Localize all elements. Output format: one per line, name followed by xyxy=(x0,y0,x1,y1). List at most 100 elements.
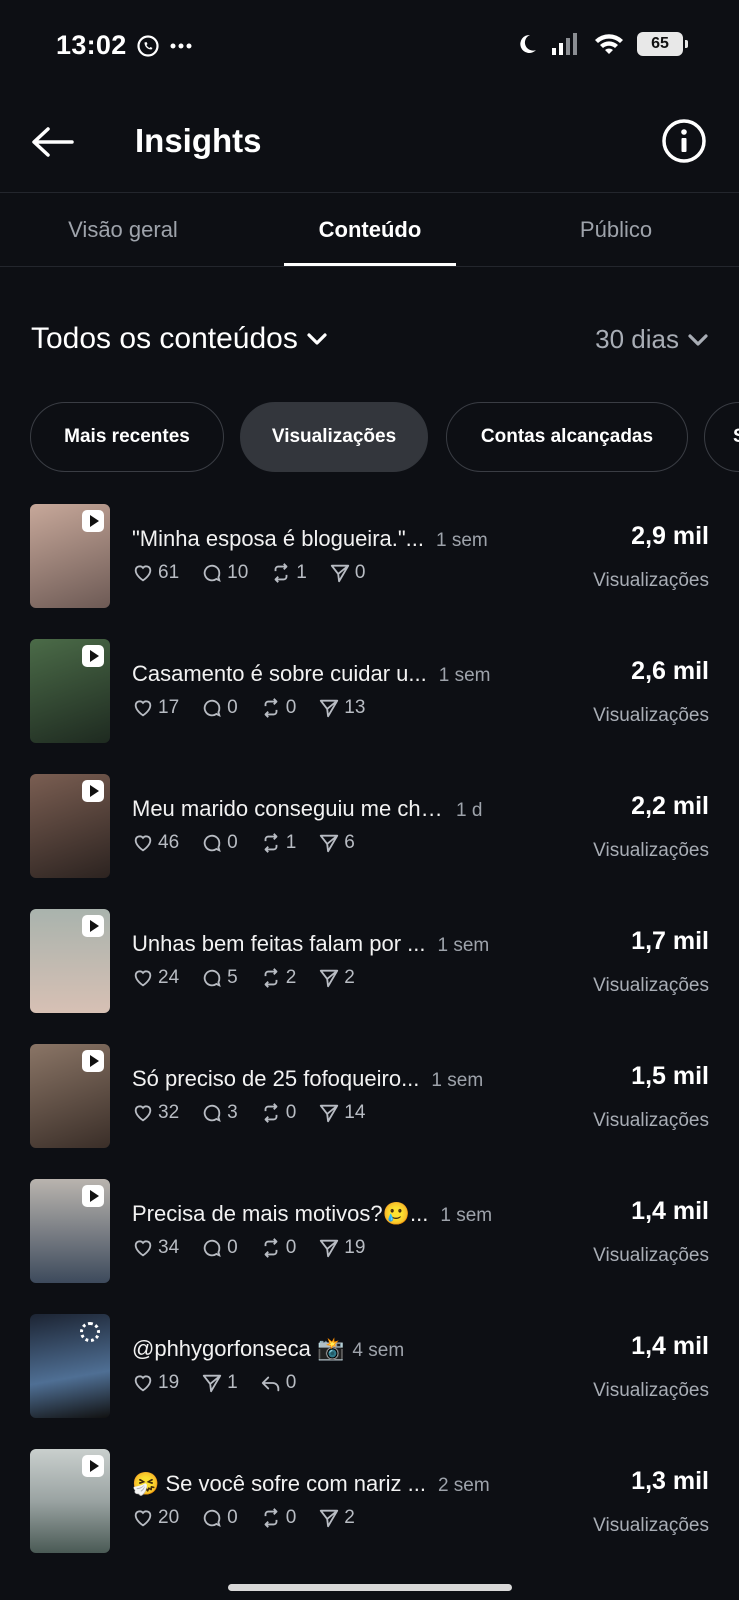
status-bar: 13:02 65 xyxy=(0,0,739,96)
chevron-down-icon xyxy=(688,333,708,346)
heart-icon xyxy=(134,1375,152,1392)
status-notification-icons xyxy=(136,34,192,58)
post-thumbnail xyxy=(30,504,110,608)
period-dropdown[interactable]: 30 dias xyxy=(595,324,709,355)
post-row[interactable]: Precisa de mais motivos?🥲... 1 sem 34 0 0… xyxy=(0,1175,739,1285)
share-icon xyxy=(320,1509,339,1528)
likes-count: 46 xyxy=(158,832,180,853)
app-header: Insights xyxy=(0,100,739,192)
post-row[interactable]: "Minha esposa é blogueira."... 1 sem 61 1… xyxy=(0,500,739,610)
content-type-dropdown[interactable]: Todos os conteúdos xyxy=(31,322,328,356)
info-button[interactable] xyxy=(659,116,709,166)
post-row[interactable]: Casamento é sobre cuidar u... 1 sem 17 0 … xyxy=(0,635,739,745)
post-stats: 20 0 0 2 xyxy=(132,1507,355,1529)
post-age: 1 sem xyxy=(437,935,490,956)
views-label: Visualizações xyxy=(593,705,709,726)
replies-count: 0 xyxy=(285,1372,297,1393)
tab-publico[interactable]: Público xyxy=(540,194,692,266)
share-icon xyxy=(202,1374,222,1393)
heart-icon xyxy=(134,1240,152,1257)
views-value: 1,5 mil xyxy=(631,1062,709,1090)
post-title: "Minha esposa é blogueira."... xyxy=(132,526,425,551)
post-age: 1 d xyxy=(456,800,483,821)
shares-count: 2 xyxy=(344,1507,355,1528)
repost-icon xyxy=(264,1508,278,1528)
tabs-divider xyxy=(0,266,739,267)
comment-icon xyxy=(203,699,221,717)
tab-visao-geral[interactable]: Visão geral xyxy=(40,194,206,266)
reposts-count: 0 xyxy=(285,1237,297,1258)
video-play-icon xyxy=(82,780,104,802)
post-row[interactable]: 🤧 Se você sofre com nariz ... 2 sem 20 0 … xyxy=(0,1445,739,1555)
chip-contas-alcancadas[interactable]: Contas alcançadas xyxy=(446,402,688,472)
video-play-icon xyxy=(82,510,104,532)
comment-icon xyxy=(203,1509,221,1527)
repost-icon xyxy=(264,833,278,853)
shares-count: 2 xyxy=(344,967,355,988)
home-indicator[interactable] xyxy=(228,1584,512,1591)
post-thumbnail xyxy=(30,1449,110,1553)
chip-visualizacoes[interactable]: Visualizações xyxy=(240,402,428,472)
reposts-count: 1 xyxy=(296,562,307,583)
post-thumbnail xyxy=(30,1044,110,1148)
views-value: 1,4 mil xyxy=(631,1197,709,1225)
heart-icon xyxy=(134,835,152,852)
repost-icon xyxy=(274,563,288,583)
comment-icon xyxy=(203,1104,221,1122)
comments-count: 0 xyxy=(227,1237,238,1258)
repost-icon xyxy=(264,1238,278,1258)
views-value: 2,9 mil xyxy=(631,522,709,550)
post-stats: 19 1 0 xyxy=(132,1372,296,1394)
post-row[interactable]: Meu marido conseguiu me cha... 1 d 46 0 1… xyxy=(0,770,739,880)
post-row[interactable]: Só preciso de 25 fofoqueiro... 1 sem 32 3… xyxy=(0,1040,739,1150)
chip-partial[interactable]: S xyxy=(704,402,739,472)
wifi-icon xyxy=(595,34,623,54)
more-dots-icon xyxy=(170,43,192,49)
post-thumbnail xyxy=(30,1179,110,1283)
post-stats: 34 0 0 19 xyxy=(132,1237,365,1259)
likes-count: 32 xyxy=(158,1102,180,1123)
share-icon xyxy=(320,834,339,853)
reposts-count: 0 xyxy=(285,697,297,718)
heart-icon xyxy=(134,700,152,717)
post-title: Precisa de mais motivos?🥲... xyxy=(132,1201,429,1226)
views-label: Visualizações xyxy=(593,1515,709,1536)
heart-icon xyxy=(134,565,152,582)
whatsapp-icon xyxy=(137,35,159,57)
views-value: 1,7 mil xyxy=(631,927,709,955)
status-system-icons: 65 xyxy=(515,32,688,56)
views-label: Visualizações xyxy=(593,1380,709,1401)
post-row[interactable]: Unhas bem feitas falam por ... 1 sem 24 5… xyxy=(0,905,739,1015)
header-divider xyxy=(0,192,739,193)
shares-count: 0 xyxy=(354,562,366,583)
video-play-icon xyxy=(82,1185,104,1207)
post-age: 1 sem xyxy=(436,530,488,551)
post-title: Casamento é sobre cuidar u... xyxy=(132,661,427,686)
chip-mais-recentes[interactable]: Mais recentes xyxy=(30,402,224,472)
views-label: Visualizações xyxy=(593,570,709,591)
reposts-count: 0 xyxy=(285,1102,297,1123)
battery-icon: 65 xyxy=(637,32,688,56)
post-title: @phhygorfonseca 📸 xyxy=(132,1336,345,1361)
video-play-icon xyxy=(82,645,104,667)
repost-icon xyxy=(264,968,278,988)
tab-conteudo[interactable]: Conteúdo xyxy=(284,194,456,266)
post-row[interactable]: @phhygorfonseca 📸 4 sem 19 1 0 1,4 mil Vi… xyxy=(0,1310,739,1420)
comment-icon xyxy=(203,564,221,582)
tabs: Visão geral Conteúdo Público xyxy=(0,194,739,266)
comment-icon xyxy=(203,1239,221,1257)
post-thumbnail xyxy=(30,639,110,743)
heart-icon xyxy=(134,1105,152,1122)
post-thumbnail xyxy=(30,774,110,878)
period-label: 30 dias xyxy=(595,324,679,354)
heart-icon xyxy=(134,970,152,987)
back-button[interactable] xyxy=(28,118,76,166)
post-thumbnail xyxy=(30,909,110,1013)
comment-icon xyxy=(203,969,221,987)
arrow-left-icon xyxy=(32,127,74,157)
share-icon xyxy=(320,699,339,718)
comments-count: 3 xyxy=(227,1102,238,1123)
video-play-icon xyxy=(82,1455,104,1477)
likes-count: 24 xyxy=(158,967,180,988)
shares-count: 6 xyxy=(344,832,355,853)
